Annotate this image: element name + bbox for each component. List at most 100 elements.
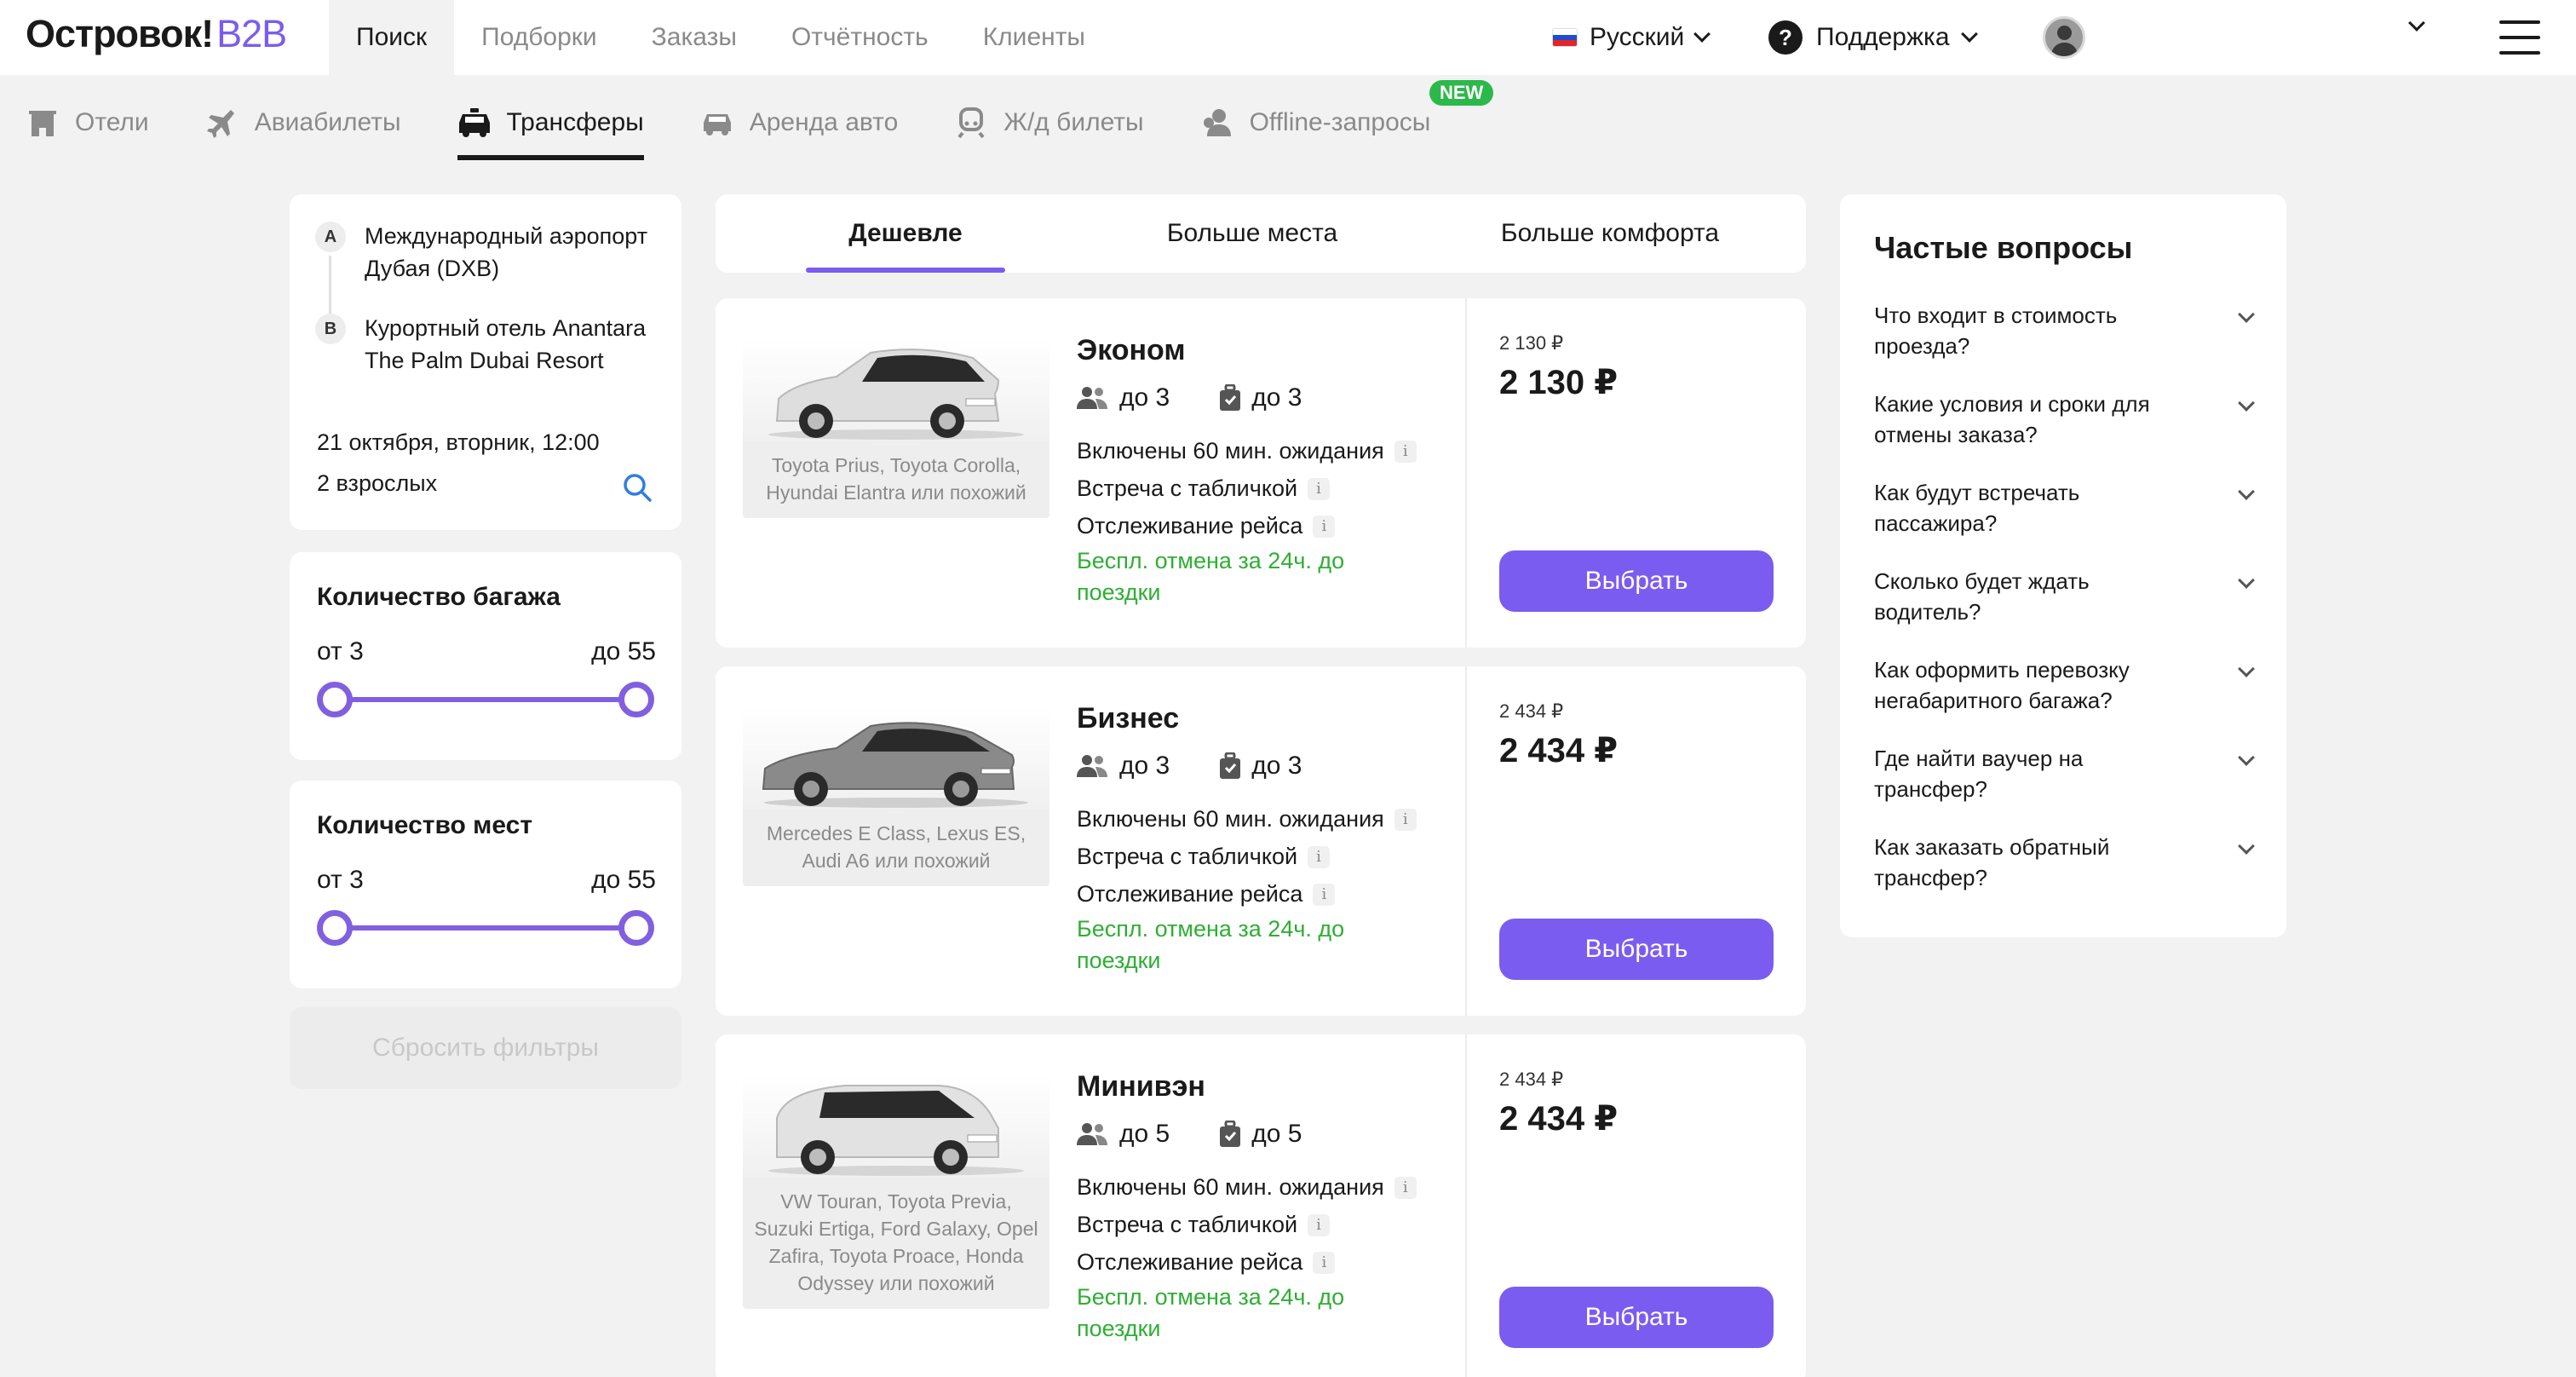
main-nav: Поиск Подборки Заказы Отчётность Клиенты (329, 0, 1113, 75)
divider (1465, 666, 1467, 1016)
luggage-filter: Количество багажа от 3 до 55 (290, 552, 681, 760)
chevron-down-icon (2238, 838, 2255, 855)
chevron-down-icon (2238, 395, 2255, 412)
feature-sign: Встреча с табличкой i (1077, 475, 1331, 502)
filter-min-label: от 3 (317, 637, 364, 665)
point-a-marker: A (315, 222, 346, 252)
passengers-count: до 3 (1119, 383, 1170, 412)
support-label: Поддержка (1816, 23, 1950, 51)
info-icon[interactable]: i (1308, 1213, 1331, 1236)
tab-flights[interactable]: Авиабилеты (205, 85, 401, 160)
faq-item[interactable]: Как будут встречать пассажира? (1874, 477, 2266, 539)
select-button[interactable]: Выбрать (1499, 919, 1774, 980)
divider (1465, 298, 1467, 648)
car-icon (703, 114, 731, 135)
sort-tab-more-space[interactable]: Больше места (1150, 194, 1354, 273)
train-icon (957, 107, 985, 138)
price: 2 434 ₽ (1499, 1100, 1619, 1138)
chevron-down-icon (2238, 660, 2255, 677)
range-max-handle[interactable] (618, 910, 654, 946)
feature-tracking: Отслеживание рейса i (1077, 881, 1336, 907)
select-button[interactable]: Выбрать (1499, 1287, 1774, 1348)
offer-capacity: до 3 до 3 (1077, 383, 1302, 412)
filter-max-label: до 55 (591, 866, 656, 894)
car-models: VW Touran, Toyota Previa, Suzuki Ertiga,… (754, 1190, 1038, 1294)
tab-offline-requests[interactable]: Offline-запросы (1200, 85, 1430, 160)
faq-item[interactable]: Где найти ваучер на трансфер? (1874, 743, 2266, 804)
route-origin: Международный аэропорт Дубая (DXB) (365, 223, 648, 281)
nav-search[interactable]: Поиск (329, 0, 455, 75)
route-summary[interactable]: A B Международный аэропорт Дубая (DXB) К… (290, 194, 681, 530)
passengers-icon (1077, 755, 1107, 777)
product-tabs: Отели Авиабилеты Трансферы Аренда авто Ж… (26, 85, 1486, 160)
car-image (743, 339, 1049, 441)
chevron-down-icon (2238, 483, 2255, 500)
offer-card-economy: Toyota Prius, Toyota Corolla, Hyundai El… (716, 298, 1806, 648)
language-selector[interactable]: Русский (1552, 0, 1711, 75)
range-min-handle[interactable] (317, 682, 353, 717)
info-icon[interactable]: i (1313, 515, 1336, 538)
feature-sign: Встреча с табличкой i (1077, 1212, 1331, 1238)
filter-min-label: от 3 (317, 866, 364, 894)
luggage-icon (1220, 752, 1241, 779)
info-icon[interactable]: i (1394, 440, 1417, 463)
faq-item[interactable]: Как заказать обратный трансфер? (1874, 832, 2266, 893)
reset-filters-button[interactable]: Сбросить фильтры (290, 1007, 681, 1089)
nav-clients[interactable]: Клиенты (956, 0, 1113, 75)
bus-icon (458, 108, 490, 137)
info-icon[interactable]: i (1308, 477, 1331, 500)
search-icon[interactable] (622, 472, 653, 503)
faq-item[interactable]: Как оформить перевозку негабаритного баг… (1874, 654, 2266, 716)
faq-item[interactable]: Сколько будет ждать водитель? (1874, 566, 2266, 627)
info-icon[interactable]: i (1394, 1176, 1417, 1199)
tab-car-rental[interactable]: Аренда авто (700, 85, 898, 160)
faq-panel: Частые вопросы Что входит в стоимость пр… (1840, 194, 2286, 937)
info-icon[interactable]: i (1394, 808, 1417, 831)
car-image (743, 707, 1049, 809)
car-models: Mercedes E Class, Lexus ES, Audi A6 или … (766, 822, 1026, 872)
sort-tabs: Дешевле Больше места Больше комфорта (716, 194, 1806, 273)
free-cancel-note: Беспл. отмена за 24ч. до поездки (1077, 916, 1345, 973)
passengers-icon (1077, 387, 1107, 409)
nav-reports[interactable]: Отчётность (764, 0, 956, 75)
offer-card-minivan: VW Touran, Toyota Previa, Suzuki Ertiga,… (716, 1034, 1806, 1377)
minivan-icon (768, 1085, 1024, 1176)
range-track[interactable] (334, 925, 637, 930)
tab-transfers[interactable]: Трансферы (457, 85, 644, 160)
info-icon[interactable]: i (1313, 883, 1336, 906)
route-destination: Курортный отель Anantara The Palm Dubai … (365, 315, 647, 373)
avatar[interactable] (2043, 16, 2085, 59)
route-passengers: 2 взрослых (317, 470, 438, 496)
nav-collections[interactable]: Подборки (454, 0, 624, 75)
route-date: 21 октября, вторник, 12:00 (317, 429, 600, 455)
tab-trains[interactable]: Ж/д билеты (954, 85, 1144, 160)
offer-capacity: до 3 до 3 (1077, 752, 1302, 781)
sort-tab-more-comfort[interactable]: Больше комфорта (1482, 194, 1738, 273)
luggage-icon (1220, 384, 1241, 411)
old-price: 2 434 ₽ (1499, 1069, 1564, 1090)
info-icon[interactable]: i (1313, 1251, 1336, 1274)
faq-item[interactable]: Что входит в стоимость проезда? (1874, 300, 2266, 361)
language-label: Русский (1590, 23, 1685, 51)
tab-hotels[interactable]: Отели (26, 85, 149, 160)
car-image-box: Mercedes E Class, Lexus ES, Audi A6 или … (743, 707, 1049, 886)
faq-item[interactable]: Какие условия и сроки для отмены заказа? (1874, 389, 2266, 450)
person-icon (1203, 109, 1231, 136)
top-header: Островок!B2B Поиск Подборки Заказы Отчёт… (0, 0, 2576, 75)
logo[interactable]: Островок!B2B (26, 12, 287, 56)
select-button[interactable]: Выбрать (1499, 550, 1774, 612)
luggage-count: до 3 (1251, 383, 1302, 412)
filter-title: Количество багажа (317, 583, 561, 611)
russia-flag-icon (1552, 28, 1578, 47)
offer-title: Бизнес (1077, 702, 1180, 735)
account-chevron-down-icon[interactable] (2408, 14, 2425, 32)
range-min-handle[interactable] (317, 910, 353, 946)
range-track[interactable] (334, 697, 637, 702)
range-max-handle[interactable] (618, 682, 654, 717)
info-icon[interactable]: i (1308, 845, 1331, 868)
burger-icon[interactable] (2499, 20, 2540, 55)
support-menu[interactable]: ? Поддержка (1768, 0, 1978, 75)
sort-tab-cheaper[interactable]: Дешевле (806, 194, 1005, 273)
price: 2 130 ₽ (1499, 364, 1619, 401)
nav-orders[interactable]: Заказы (624, 0, 764, 75)
